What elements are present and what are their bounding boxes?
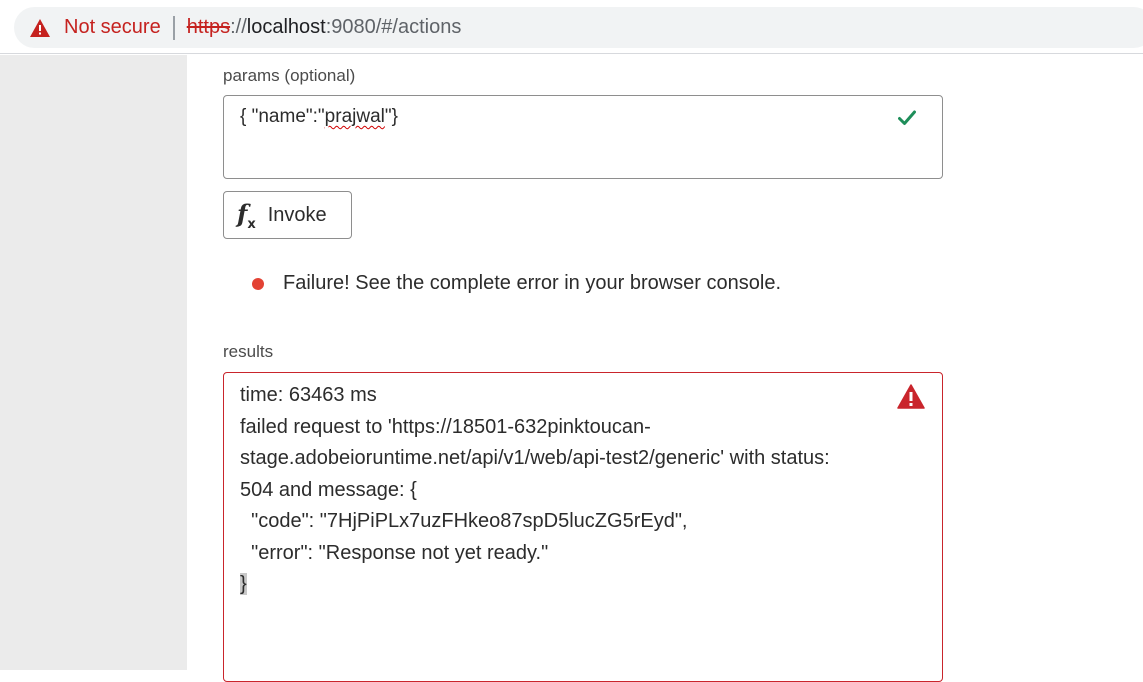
params-value: { "name":"prajwal"}: [240, 106, 398, 127]
left-sidebar-area: [0, 55, 187, 670]
results-line: failed request to 'https://18501-632pink…: [240, 415, 651, 438]
params-value-suffix: "}: [384, 106, 398, 127]
results-line: time: 63463 ms: [240, 384, 377, 406]
closing-brace: }: [240, 573, 247, 595]
function-icon-x: x: [247, 216, 256, 232]
results-line: "error": "Response not yet ready.": [240, 541, 549, 564]
status-dot-icon: [252, 277, 264, 290]
url-scheme-separator: ://: [230, 16, 247, 38]
omnibox-divider: [172, 15, 175, 40]
results-line: stage.adobeioruntime.net/api/v1/web/api-…: [240, 447, 830, 469]
results-line-last: }: [240, 569, 926, 601]
security-status-label[interactable]: Not secure: [64, 16, 161, 39]
invoke-button-label: Invoke: [267, 203, 327, 226]
function-icon-f: f: [237, 198, 248, 228]
error-alert-icon: [897, 384, 925, 409]
params-value-prefix: { "name":": [240, 106, 325, 127]
params-label: params (optional): [223, 66, 356, 85]
status-message: Failure! See the complete error in your …: [283, 272, 782, 294]
params-input[interactable]: { "name":"prajwal"}: [223, 95, 943, 179]
invoke-button[interactable]: fx Invoke: [223, 191, 352, 239]
url-scheme: https: [186, 16, 231, 38]
results-output[interactable]: time: 63463 ms failed request to 'https:…: [223, 372, 943, 682]
results-label: results: [223, 342, 274, 361]
omnibox[interactable]: Not secure https://localhost:9080/#/acti…: [14, 7, 1143, 48]
params-value-misspelled: prajwal: [324, 106, 385, 127]
url-host: localhost: [246, 16, 326, 38]
function-icon: fx: [237, 199, 256, 232]
browser-address-bar: Not secure https://localhost:9080/#/acti…: [0, 0, 1143, 54]
results-line: "code": "7HjPiPLx7uzFHkeo87spD5lucZG5rEy…: [240, 510, 688, 532]
results-line: 504 and message: {: [240, 478, 417, 501]
url-text[interactable]: https://localhost:9080/#/actions: [187, 16, 462, 39]
check-icon: [898, 110, 916, 125]
warning-icon[interactable]: [30, 18, 50, 37]
status-message-row: Failure! See the complete error in your …: [252, 272, 781, 295]
url-path: :9080/#/actions: [325, 16, 462, 38]
